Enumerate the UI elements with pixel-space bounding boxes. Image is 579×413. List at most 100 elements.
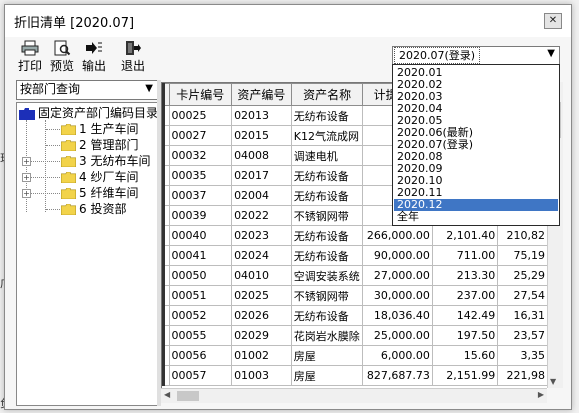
- table-cell: 不锈钢网带: [290, 285, 364, 306]
- table-cell: 27,000.00: [362, 265, 433, 286]
- table-cell: 02013: [231, 105, 292, 126]
- table-cell: 02023: [231, 225, 292, 246]
- printer-icon: [21, 40, 39, 56]
- table-cell: 221,98: [497, 365, 548, 386]
- table-cell: 02015: [231, 125, 292, 146]
- table-cell: 02024: [231, 245, 292, 266]
- tree-node-6[interactable]: 6 投资部: [61, 202, 126, 217]
- table-cell: 6,000.00: [362, 345, 433, 366]
- column-header[interactable]: 卡片编号: [168, 83, 233, 106]
- table-horizontal-scrollbar[interactable]: ◀ ▶: [161, 388, 547, 403]
- window-title: 折旧清单 [2020.07]: [14, 16, 135, 31]
- table-cell: 01003: [231, 365, 292, 386]
- print-label: 打印: [17, 59, 42, 73]
- title-bar: 折旧清单 [2020.07] ✕: [5, 5, 571, 37]
- print-button[interactable]: 打印: [13, 40, 47, 76]
- table-cell: 04010: [231, 265, 292, 286]
- table-cell: 00037: [168, 185, 233, 206]
- horizontal-scroll-thumb[interactable]: [177, 391, 199, 401]
- table-cell: 25,29: [497, 265, 548, 286]
- tree-node-4[interactable]: 4 纱厂车间: [61, 170, 138, 185]
- tree-node-name: 纤维车间: [90, 186, 139, 200]
- table-cell: 02004: [231, 185, 292, 206]
- expand-icon[interactable]: +: [22, 173, 31, 182]
- table-cell: 00057: [168, 365, 233, 386]
- table-cell: 00052: [168, 305, 233, 326]
- tree-guide-line: [45, 120, 46, 212]
- tree-node-code: 5: [79, 186, 87, 200]
- table-cell: 00035: [168, 165, 233, 186]
- table-row[interactable]: 00040 02023 无纺布设备 266,000.00 2,101.40 210,82: [162, 225, 548, 246]
- table-cell: 无纺布设备: [290, 225, 364, 246]
- tree-node-3[interactable]: 3 无纺布车间: [61, 154, 150, 169]
- table-cell: 237.00: [431, 285, 499, 306]
- table-cell: 16,31: [497, 305, 548, 326]
- tree-root-label: 固定资产部门编码目录: [38, 106, 158, 120]
- table-cell: 00039: [168, 205, 233, 226]
- exit-door-icon: [126, 41, 141, 55]
- tree-guide-line: [31, 161, 62, 162]
- tree-node-name: 无纺布车间: [90, 154, 151, 168]
- column-header[interactable]: 资产名称: [290, 83, 364, 106]
- table-cell: 02017: [231, 165, 292, 186]
- period-options-list: 2020.01 2020.02 2020.03 2020.04 2020.05 2020.…: [392, 64, 560, 226]
- table-cell: 空调安装系统: [290, 265, 364, 286]
- table-cell: 210,82: [497, 225, 548, 246]
- table-cell: 18,036.40: [362, 305, 433, 326]
- tree-guide-line: [46, 209, 62, 210]
- table-row[interactable]: 00050 04010 空调安装系统 27,000.00 213.30 25,29: [162, 265, 548, 286]
- table-cell: 15.60: [431, 345, 499, 366]
- table-row[interactable]: 00041 02024 无纺布设备 90,000.00 711.00 75,19: [162, 245, 548, 266]
- expand-icon[interactable]: +: [22, 157, 31, 166]
- table-row[interactable]: 00051 02025 不锈钢网带 30,000.00 237.00 27,54: [162, 285, 548, 306]
- table-row[interactable]: 00056 01002 房屋 6,000.00 15.60 3,35: [162, 345, 548, 366]
- period-option[interactable]: 全年: [394, 211, 558, 223]
- table-cell: 花岗岩水膜除: [290, 325, 364, 346]
- folder-icon: [61, 156, 76, 167]
- table-cell: 00040: [168, 225, 233, 246]
- folder-icon: [61, 124, 76, 135]
- table-cell: 00050: [168, 265, 233, 286]
- chevron-down-icon: ▼: [547, 48, 555, 59]
- table-cell: 3,35: [497, 345, 548, 366]
- preview-button[interactable]: 预览: [45, 40, 79, 76]
- folder-icon: [61, 172, 76, 183]
- table-cell: 不锈钢网带: [290, 205, 364, 226]
- tree-node-code: 1: [79, 122, 87, 136]
- department-query-dropdown[interactable]: 按部门查询 ▼: [16, 80, 158, 100]
- table-row[interactable]: 00057 01003 房屋 827,687.73 2,151.99 221,98: [162, 365, 548, 386]
- expand-icon[interactable]: +: [22, 189, 31, 198]
- tree-node-name: 生产车间: [90, 122, 139, 136]
- table-row[interactable]: 00055 02029 花岗岩水膜除 25,000.00 197.50 23,57: [162, 325, 548, 346]
- tree-guide-line: [31, 193, 62, 194]
- close-button[interactable]: ✕: [544, 13, 562, 29]
- department-tree: 固定资产部门编码目录 1 生产车间 2 管理部门 +3 无纺布车间 +4 纱厂车间 +5…: [16, 102, 158, 406]
- table-cell: 02026: [231, 305, 292, 326]
- table-cell: 00051: [168, 285, 233, 306]
- table-row[interactable]: 00052 02026 无纺布设备 18,036.40 142.49 16,31: [162, 305, 548, 326]
- export-icon: [86, 42, 102, 54]
- table-cell: 调速电机: [290, 145, 364, 166]
- tree-node-5[interactable]: 5 纤维车间: [61, 186, 138, 201]
- close-icon: ✕: [548, 15, 558, 26]
- tree-node-code: 2: [79, 138, 87, 152]
- period-dropdown[interactable]: 2020.07(登录) ▼: [392, 46, 560, 66]
- tree-node-2[interactable]: 2 管理部门: [61, 138, 138, 153]
- table-cell: 无纺布设备: [290, 305, 364, 326]
- table-cell: 00055: [168, 325, 233, 346]
- scroll-left-icon[interactable]: ◀: [164, 390, 170, 399]
- tree-node-1[interactable]: 1 生产车间: [61, 122, 138, 137]
- table-cell: 90,000.00: [362, 245, 433, 266]
- table-cell: 00025: [168, 105, 233, 126]
- table-cell: 无纺布设备: [290, 105, 364, 126]
- depreciation-list-window: 折旧清单 [2020.07] ✕ 打印 预览 输出 退出 2020.07(登录)…: [4, 4, 572, 410]
- table-cell: 02022: [231, 205, 292, 226]
- table-cell: 04008: [231, 145, 292, 166]
- scroll-right-icon[interactable]: ▶: [538, 390, 544, 399]
- tree-root[interactable]: 固定资产部门编码目录: [19, 106, 158, 121]
- export-button[interactable]: 输出: [77, 40, 111, 76]
- table-cell: 2,151.99: [431, 365, 499, 386]
- column-header[interactable]: 资产编号: [231, 83, 292, 106]
- exit-button[interactable]: 退出: [116, 40, 150, 76]
- scroll-down-icon[interactable]: ▼: [550, 377, 556, 386]
